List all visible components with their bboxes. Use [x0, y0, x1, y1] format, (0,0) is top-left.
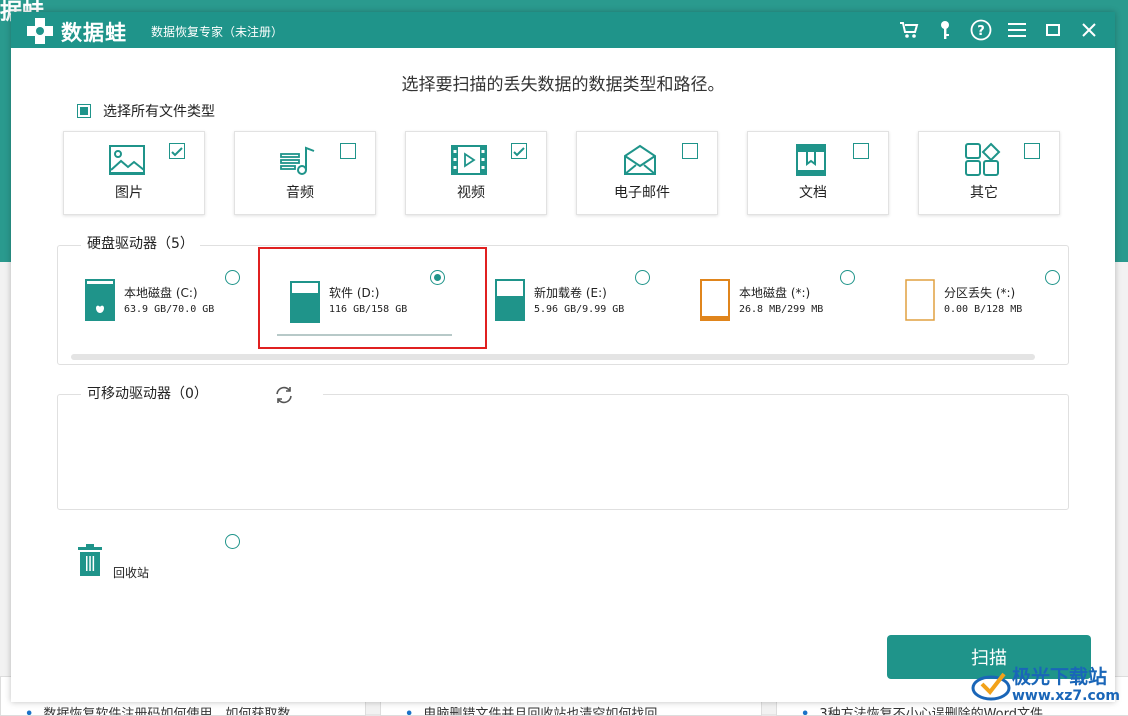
file-type-email[interactable]: 电子邮件	[576, 131, 718, 215]
trash-icon	[78, 544, 102, 576]
drive-size: 5.96 GB/9.99 GB	[534, 304, 625, 315]
email-icon	[624, 144, 656, 175]
selection-highlight-box	[258, 247, 487, 349]
page-title: 选择要扫描的丢失数据的数据类型和路径。	[401, 75, 725, 95]
removable-drive-section	[57, 394, 1069, 510]
watermark-logo-icon	[971, 672, 1011, 701]
app-subtitle: 数据恢复专家（未注册）	[151, 25, 284, 39]
file-type-label: 电子邮件	[614, 185, 670, 201]
help-icon[interactable]: ?	[969, 18, 993, 42]
file-type-audio[interactable]: 音频	[234, 131, 376, 215]
file-type-label: 图片	[115, 185, 143, 201]
drive-radio[interactable]	[840, 270, 855, 285]
recycle-bin-radio[interactable]	[225, 534, 240, 549]
file-type-document[interactable]: 文档	[747, 131, 889, 215]
file-type-checkbox[interactable]	[682, 143, 698, 159]
file-type-label: 音频	[286, 185, 314, 201]
drive-icon	[495, 279, 525, 321]
drive-name: 本地磁盘 (*:)	[739, 286, 811, 300]
title-bar: 数据蛙 数据恢复专家（未注册） ?	[11, 12, 1115, 48]
maximize-icon[interactable]	[1041, 18, 1065, 42]
app-brand: 数据蛙	[61, 21, 127, 45]
document-icon	[796, 144, 826, 176]
select-all-label: 选择所有文件类型	[103, 104, 215, 120]
file-type-checkbox[interactable]	[340, 143, 356, 159]
audio-icon	[280, 146, 315, 175]
app-logo-icon	[27, 18, 53, 44]
file-type-label: 文档	[799, 185, 827, 201]
select-all-checkbox[interactable]: 选择所有文件类型	[77, 101, 215, 121]
video-icon	[451, 145, 487, 175]
select-all-box[interactable]	[77, 104, 91, 118]
file-type-video[interactable]: 视频	[405, 131, 547, 215]
recycle-bin-label: 回收站	[113, 566, 150, 580]
file-type-label: 其它	[970, 185, 998, 201]
drive-scrollbar[interactable]	[71, 354, 1035, 360]
file-type-image[interactable]: 图片	[63, 131, 205, 215]
cart-icon[interactable]	[897, 18, 921, 42]
watermark-title: 极光下载站	[1012, 666, 1108, 688]
file-type-checkbox[interactable]	[511, 143, 527, 159]
drive-name: 分区丢失 (*:)	[944, 286, 1016, 300]
recycle-bin-item[interactable]: 回收站	[77, 534, 240, 584]
drive-size: 63.9 GB/70.0 GB	[124, 304, 215, 315]
drive-radio[interactable]	[635, 270, 650, 285]
file-type-other[interactable]: 其它	[918, 131, 1060, 215]
file-type-checkbox[interactable]	[1024, 143, 1040, 159]
refresh-icon[interactable]	[273, 384, 295, 406]
partition-drive-icon	[700, 279, 730, 321]
drive-size: 26.8 MB/299 MB	[739, 304, 824, 315]
recovery-window: 数据蛙 数据恢复专家（未注册） ? 选择要扫描的丢失数据的数据类型和路径。 选择…	[11, 12, 1115, 702]
menu-icon[interactable]	[1005, 18, 1029, 42]
hard-drive-title: 硬盘驱动器（5）	[81, 233, 200, 253]
image-icon	[109, 145, 145, 175]
system-drive-icon	[85, 279, 115, 321]
file-type-label: 视频	[457, 185, 485, 201]
other-icon	[965, 142, 1001, 176]
drive-radio[interactable]	[1045, 270, 1060, 285]
drive-radio[interactable]	[225, 270, 240, 285]
watermark-url: www.xz7.com	[1012, 688, 1120, 704]
close-icon[interactable]	[1077, 18, 1101, 42]
key-icon[interactable]	[933, 18, 957, 42]
svg-text:?: ?	[977, 24, 985, 39]
file-type-checkbox[interactable]	[853, 143, 869, 159]
drive-name: 新加载卷 (E:)	[534, 286, 607, 300]
drive-size: 0.00 B/128 MB	[944, 304, 1023, 315]
file-type-checkbox[interactable]	[169, 143, 185, 159]
lost-partition-icon	[905, 279, 935, 321]
drive-name: 本地磁盘 (C:)	[124, 286, 198, 300]
